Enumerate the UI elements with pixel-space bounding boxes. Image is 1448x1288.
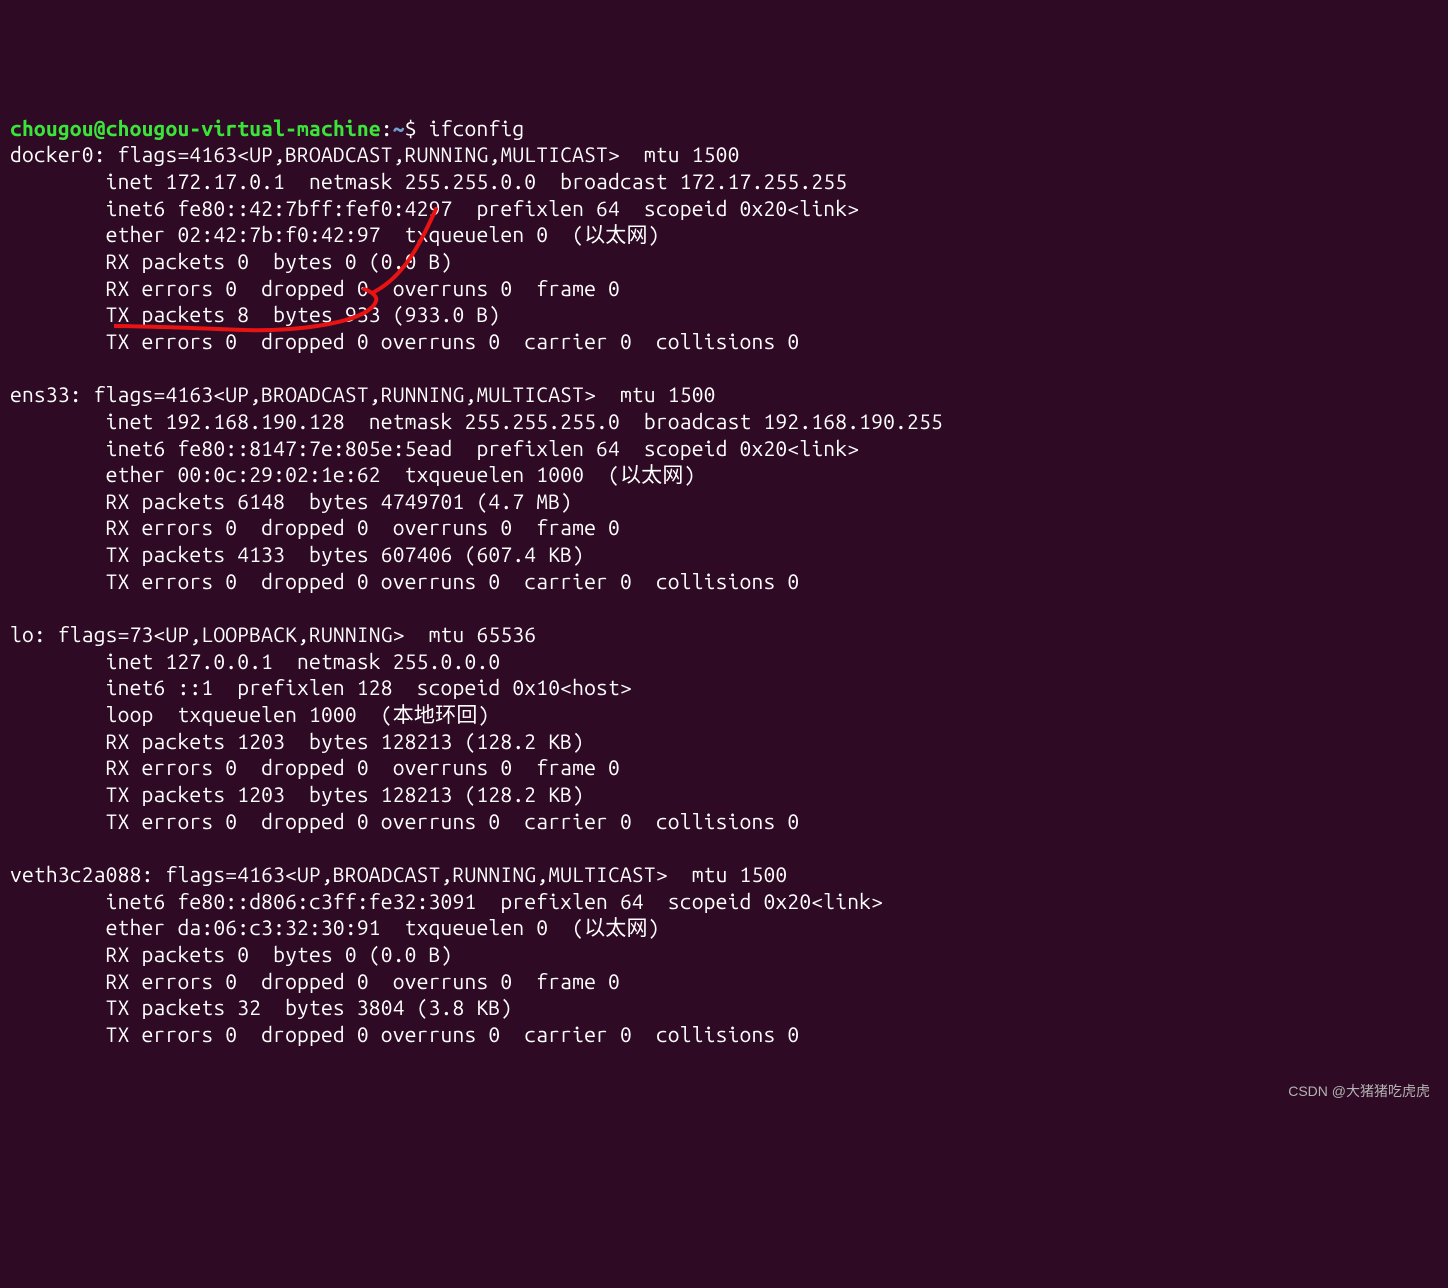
lo-rx-errors: RX errors 0 dropped 0 overruns 0 frame 0 — [10, 755, 620, 779]
docker0-rx-errors: RX errors 0 dropped 0 overruns 0 frame 0 — [10, 276, 620, 300]
prompt-host: chougou-virtual-machine — [106, 116, 381, 140]
veth-header: veth3c2a088: flags=4163<UP,BROADCAST,RUN… — [10, 862, 787, 886]
ens33-tx-packets: TX packets 4133 bytes 607406 (607.4 KB) — [10, 542, 584, 566]
veth-rx-packets: RX packets 0 bytes 0 (0.0 B) — [10, 942, 453, 966]
lo-inet: inet 127.0.0.1 netmask 255.0.0.0 — [10, 649, 500, 673]
docker0-inet: inet 172.17.0.1 netmask 255.255.0.0 broa… — [10, 169, 847, 193]
ens33-rx-packets: RX packets 6148 bytes 4749701 (4.7 MB) — [10, 489, 572, 513]
prompt-at: @ — [94, 116, 106, 140]
ens33-rx-errors: RX errors 0 dropped 0 overruns 0 frame 0 — [10, 515, 620, 539]
ens33-header: ens33: flags=4163<UP,BROADCAST,RUNNING,M… — [10, 382, 716, 406]
lo-inet6: inet6 ::1 prefixlen 128 scopeid 0x10<hos… — [10, 675, 632, 699]
prompt-user: chougou — [10, 116, 94, 140]
veth-tx-errors: TX errors 0 dropped 0 overruns 0 carrier… — [10, 1022, 799, 1046]
veth-rx-errors: RX errors 0 dropped 0 overruns 0 frame 0 — [10, 969, 620, 993]
lo-tx-errors: TX errors 0 dropped 0 overruns 0 carrier… — [10, 809, 799, 833]
veth-inet6: inet6 fe80::d806:c3ff:fe32:3091 prefixle… — [10, 889, 883, 913]
prompt-command: ifconfig — [417, 116, 525, 140]
docker0-tx-errors: TX errors 0 dropped 0 overruns 0 carrier… — [10, 329, 799, 353]
csdn-watermark: CSDN @大猪猪吃虎虎 — [1288, 1083, 1430, 1101]
ens33-inet: inet 192.168.190.128 netmask 255.255.255… — [10, 409, 943, 433]
lo-loop: loop txqueuelen 1000 (本地环回) — [10, 702, 489, 726]
docker0-inet6: inet6 fe80::42:7bff:fef0:4297 prefixlen … — [10, 196, 859, 220]
veth-tx-packets: TX packets 32 bytes 3804 (3.8 KB) — [10, 995, 512, 1019]
prompt-colon: : — [381, 116, 393, 140]
prompt-dollar: $ — [405, 116, 417, 140]
ens33-inet6: inet6 fe80::8147:7e:805e:5ead prefixlen … — [10, 436, 859, 460]
lo-rx-packets: RX packets 1203 bytes 128213 (128.2 KB) — [10, 729, 584, 753]
docker0-ether: ether 02:42:7b:f0:42:97 txqueuelen 0 (以太… — [10, 222, 660, 246]
docker0-rx-packets: RX packets 0 bytes 0 (0.0 B) — [10, 249, 453, 273]
ens33-tx-errors: TX errors 0 dropped 0 overruns 0 carrier… — [10, 569, 799, 593]
prompt-path: ~ — [393, 116, 405, 140]
terminal-output[interactable]: chougou@chougou-virtual-machine:~$ ifcon… — [10, 115, 1438, 1048]
docker0-tx-packets: TX packets 8 bytes 933 (933.0 B) — [10, 302, 500, 326]
docker0-header: docker0: flags=4163<UP,BROADCAST,RUNNING… — [10, 142, 740, 166]
lo-tx-packets: TX packets 1203 bytes 128213 (128.2 KB) — [10, 782, 584, 806]
lo-header: lo: flags=73<UP,LOOPBACK,RUNNING> mtu 65… — [10, 622, 536, 646]
veth-ether: ether da:06:c3:32:30:91 txqueuelen 0 (以太… — [10, 915, 660, 939]
ens33-ether: ether 00:0c:29:02:1e:62 txqueuelen 1000 … — [10, 462, 696, 486]
